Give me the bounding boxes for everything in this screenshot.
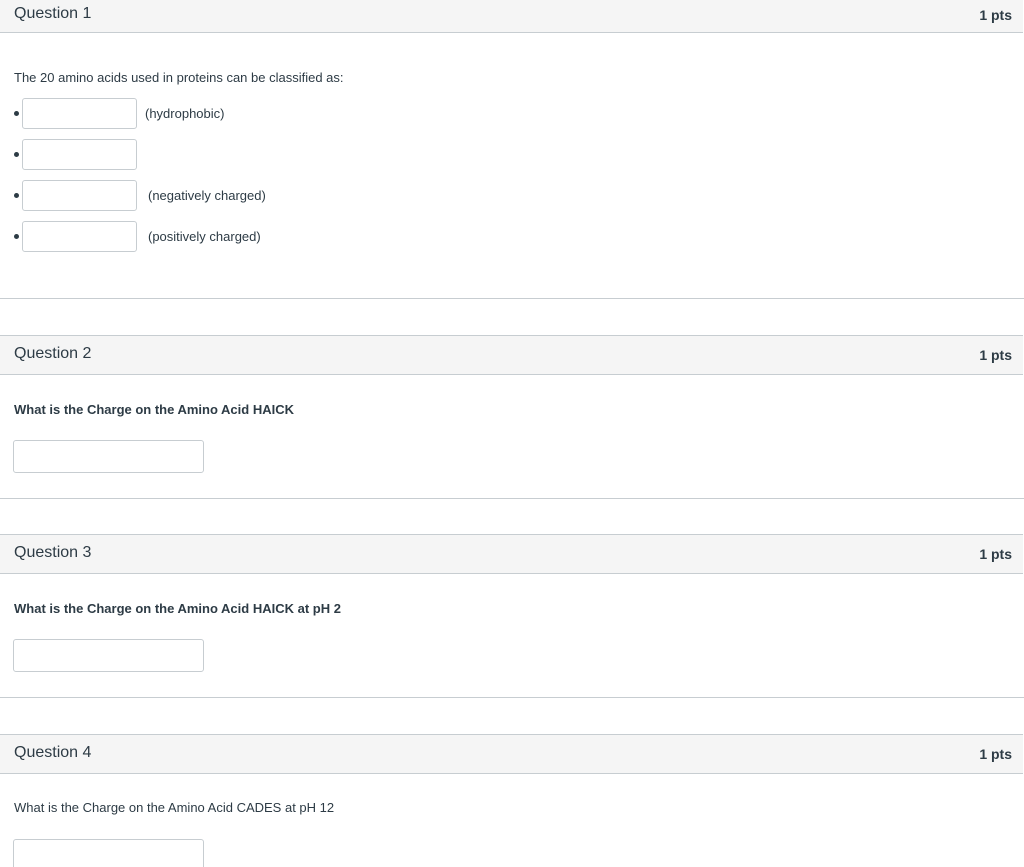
question-divider (0, 697, 1024, 698)
answer-input[interactable] (13, 639, 204, 672)
question-prompt: What is the Charge on the Amino Acid CAD… (14, 800, 335, 815)
question-divider (0, 298, 1024, 299)
question-title: Question 4 (14, 744, 92, 761)
question-title: Question 2 (14, 345, 92, 362)
blank-input-hydrophobic[interactable] (22, 98, 137, 129)
question-4-header: Question 4 1 pts (0, 734, 1023, 774)
blank-row-2 (0, 139, 400, 171)
question-divider (0, 498, 1024, 499)
blank-input-2[interactable] (22, 139, 137, 170)
question-2-header: Question 2 1 pts (0, 335, 1023, 375)
blank-row-1: (hydrophobic) (0, 98, 400, 130)
question-points: 1 pts (979, 746, 1012, 762)
blank-label: (positively charged) (148, 229, 261, 244)
blank-input-negatively-charged[interactable] (22, 180, 137, 211)
question-points: 1 pts (979, 347, 1012, 363)
question-prompt: What is the Charge on the Amino Acid HAI… (14, 601, 341, 616)
blank-input-positively-charged[interactable] (22, 221, 137, 252)
question-prompt: The 20 amino acids used in proteins can … (14, 70, 344, 85)
blank-label: (negatively charged) (148, 188, 266, 203)
answer-input[interactable] (13, 839, 204, 867)
question-prompt: What is the Charge on the Amino Acid HAI… (14, 402, 294, 417)
question-1-header: Question 1 1 pts (0, 0, 1023, 33)
blank-label: (hydrophobic) (145, 106, 225, 121)
blank-row-3: (negatively charged) (0, 180, 400, 212)
question-title: Question 3 (14, 544, 92, 561)
bullet-icon (14, 234, 19, 239)
answer-input[interactable] (13, 440, 204, 473)
question-title: Question 1 (14, 5, 92, 22)
question-points: 1 pts (979, 7, 1012, 23)
bullet-icon (14, 193, 19, 198)
bullet-icon (14, 152, 19, 157)
blank-row-4: (positively charged) (0, 221, 400, 253)
question-points: 1 pts (979, 546, 1012, 562)
quiz-page: Question 1 1 pts The 20 amino acids used… (0, 0, 1024, 867)
question-3-header: Question 3 1 pts (0, 534, 1023, 574)
bullet-icon (14, 111, 19, 116)
